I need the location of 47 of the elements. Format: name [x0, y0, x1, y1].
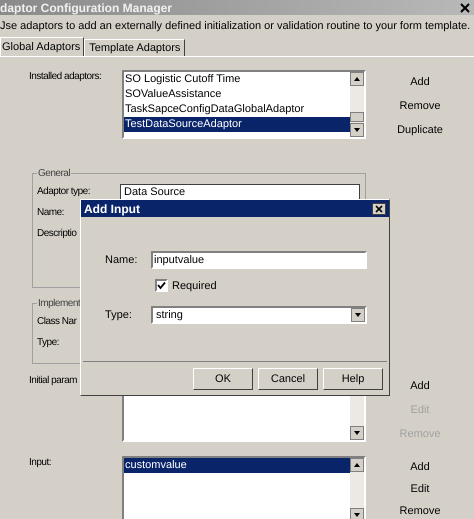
close-icon[interactable] [460, 2, 470, 12]
action-button[interactable]: Add [404, 456, 436, 478]
scroll-down-icon[interactable] [350, 123, 364, 137]
tab[interactable]: Global Adaptors [0, 37, 84, 56]
group-legend: General [37, 168, 72, 179]
scroll-up-icon[interactable] [350, 458, 364, 472]
field-label: Class Nar [37, 316, 76, 327]
list-item[interactable]: customvalue [124, 458, 350, 473]
list-item[interactable]: SO Logistic Cutoff Time [124, 72, 350, 87]
adaptor-list[interactable]: SO Logistic Cutoff Time SOValueAssistance TaskSapceConfigDataGlobalAdaptor TestDataSourceAdaptor [122, 70, 366, 139]
adaptor-type-dropdown[interactable]: Data Source [120, 184, 360, 200]
field-label: Type: [37, 337, 59, 348]
action-button[interactable]: Duplicate [391, 118, 449, 142]
checkbox-label: Required [172, 280, 217, 292]
field-label: Installed adaptors: [28, 70, 102, 82]
field-label: Input: [28, 456, 52, 468]
action-button[interactable]: Remove [394, 500, 446, 519]
scroll-down-icon[interactable] [350, 426, 364, 440]
scroll-down-icon[interactable] [350, 508, 364, 519]
dialog-button[interactable]: Help [323, 368, 383, 390]
field-label: Descriptio [37, 228, 76, 239]
dialog-button[interactable]: OK [193, 368, 253, 390]
list-item[interactable]: SOValueAssistance [124, 87, 350, 102]
dialog-title: Add Input [84, 202, 140, 216]
field-label: Adaptor type: [37, 186, 90, 197]
tab[interactable]: Template Adaptors [84, 39, 186, 56]
dialog-button[interactable]: Cancel [258, 368, 318, 390]
close-icon[interactable] [372, 202, 386, 214]
scroll-up-icon[interactable] [350, 72, 364, 86]
name-input-field[interactable]: inputvalue [151, 251, 367, 269]
action-button[interactable]: Remove [394, 94, 446, 118]
group-legend: Implement [37, 298, 82, 309]
list-item[interactable]: TaskSapceConfigDataGlobalAdaptor [124, 102, 350, 117]
scroll-thumb[interactable] [350, 112, 364, 122]
window-title: daptor Configuration Manager [0, 0, 172, 14]
parameter-list[interactable]: customvalue [122, 456, 366, 519]
type-dropdown[interactable]: string [151, 306, 367, 324]
field-label: Initial param [28, 374, 77, 386]
list-item[interactable]: TestDataSourceAdaptor [124, 117, 350, 132]
field-label: Type: [104, 309, 133, 321]
action-button[interactable]: Edit [404, 478, 436, 500]
field-label: Name: [104, 254, 138, 266]
description-text: Jse adaptors to add an externally defined initialization or validation routine to your form template. [0, 19, 472, 33]
required-checkbox[interactable] [155, 279, 168, 292]
action-button[interactable]: Add [404, 70, 436, 94]
action-button[interactable]: Add [404, 374, 436, 398]
field-label: Name: [37, 207, 64, 218]
